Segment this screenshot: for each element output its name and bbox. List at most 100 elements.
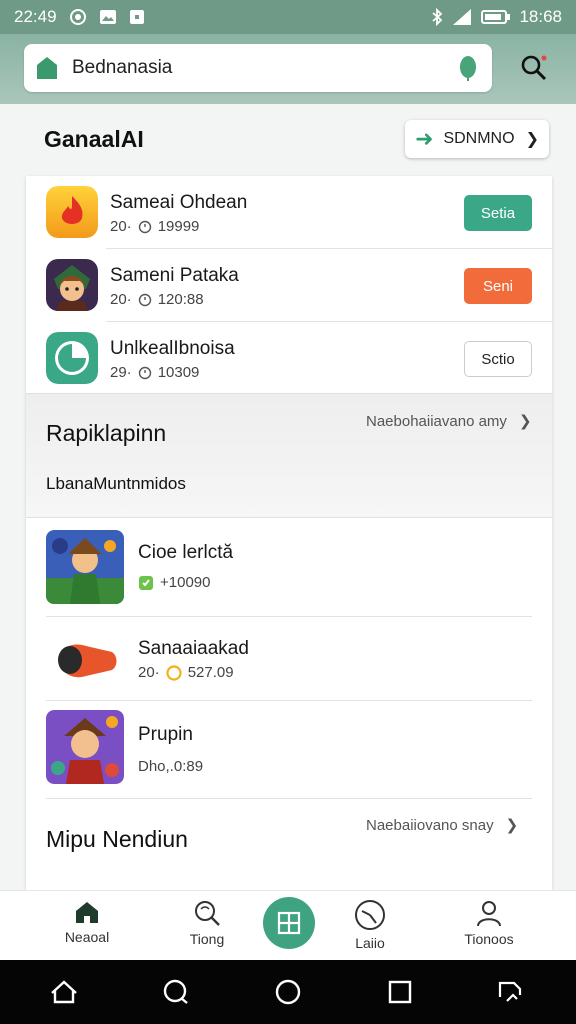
clock-icon (355, 900, 385, 930)
section-band: Rapiklapinn Naebohaiiavano amy ❯ LbanaMu… (26, 393, 552, 518)
band-subtitle: LbanaMuntnmidos (46, 474, 186, 493)
app-name: Prupin (138, 724, 193, 745)
install-button[interactable]: Sctio (464, 341, 532, 377)
screenshot-icon (498, 981, 522, 1002)
see-more-link[interactable]: Naebaiiovano snay ❯ (366, 816, 519, 835)
app-count: +10090 (160, 574, 211, 591)
app-count: 10309 (157, 364, 200, 381)
list-item[interactable]: Cioe lerlctă +10090 (26, 524, 552, 620)
app-rank: 29· (110, 364, 132, 381)
home-outline-icon (51, 980, 77, 1004)
install-button[interactable]: Setia (464, 195, 532, 231)
app-meta: 20· 19999 (110, 218, 199, 235)
list-item[interactable]: Prupin Dho,.0:89 (26, 702, 552, 798)
app-meta: 20· 527.09 (138, 664, 234, 681)
see-more-label: Naebohaiiavano amy (366, 412, 507, 430)
app-count: 527.09 (187, 664, 234, 681)
clock-icon (138, 366, 151, 379)
status-bar: 22:49 18:68 (0, 0, 576, 34)
app-rank: 20· (138, 664, 160, 681)
app-name: Sanaaiaakad (138, 638, 249, 659)
battery-icon (481, 9, 511, 25)
search-button[interactable] (516, 50, 552, 86)
back-button[interactable] (48, 976, 80, 1008)
app-rank: 20· (110, 218, 132, 235)
nav-search[interactable]: Tiong (162, 899, 252, 947)
flame-app-icon (46, 186, 98, 238)
speaker-app-icon (46, 630, 124, 704)
nav-history-label: Laiio (355, 935, 385, 951)
status-right-time: 18:68 (519, 7, 562, 26)
game-app-icon (46, 530, 124, 604)
screenshot-button[interactable] (494, 976, 526, 1008)
home-icon (76, 902, 98, 923)
app-name: Sameai Ohdean (110, 192, 248, 213)
divider (46, 700, 532, 701)
search-header: Bednanasia (0, 34, 576, 104)
sync-icon (69, 8, 87, 26)
section-title: GanaalAI (44, 126, 144, 152)
clock-icon (138, 220, 151, 233)
list-item[interactable]: UnlkealIbnoisa 29· 10309 Sctio (26, 322, 552, 394)
recents-button[interactable] (384, 976, 416, 1008)
app-name: UnlkealIbnoisa (110, 338, 235, 359)
search-icon (521, 55, 547, 81)
bottom-navigation: Neaoal Tiong Laiio Tionoos (0, 890, 576, 960)
search-icon (195, 901, 220, 926)
band-title: Rapiklapinn (46, 420, 167, 446)
list-item[interactable]: Sameni Pataka 20· 120:88 Seni (26, 249, 552, 321)
app-meta: +10090 (138, 574, 210, 591)
footer-section-title: Mipu Nendiun (46, 826, 188, 852)
notification-dot-icon (129, 9, 145, 25)
shield-icon (139, 575, 153, 590)
nav-apps-button[interactable] (263, 897, 315, 949)
content-card: Sameai Ohdean 20· 19999 Setia Sameni Pat… (26, 176, 552, 890)
app-count: 19999 (157, 218, 200, 235)
nav-profile-label: Tionoos (464, 931, 514, 947)
app-count: 120:88 (157, 291, 204, 308)
character-app-icon (46, 259, 98, 311)
section-action-label: SDNMNO (443, 130, 515, 147)
assistant-button[interactable] (160, 976, 192, 1008)
circle-icon (275, 979, 301, 1005)
app-logo-icon (34, 55, 60, 81)
chevron-right-icon: ❯ (505, 817, 519, 834)
nav-home[interactable]: Neaoal (42, 899, 132, 945)
see-more-label: Naebaiiovano snay (366, 816, 494, 834)
gallery-icon (99, 9, 117, 25)
mic-icon[interactable] (456, 54, 480, 82)
arrow-right-icon: ➜ (415, 126, 434, 151)
chevron-right-icon: ❯ (525, 131, 539, 148)
divider (46, 616, 532, 617)
status-time: 22:49 (14, 7, 57, 26)
search-input[interactable]: Bednanasia (24, 44, 492, 92)
see-more-link[interactable]: Naebohaiiavano amy ❯ (366, 412, 532, 431)
circle-app-icon (46, 332, 98, 384)
app-meta: 20· 120:88 (110, 291, 204, 308)
square-icon (388, 980, 412, 1004)
list-item[interactable]: Sameai Ohdean 20· 19999 Setia (26, 176, 552, 248)
divider (46, 798, 532, 799)
app-meta: 29· 10309 (110, 364, 199, 381)
nav-home-label: Neaoal (64, 929, 110, 945)
app-name: Cioe lerlctă (138, 542, 234, 563)
nav-profile[interactable]: Tionoos (444, 899, 534, 947)
home-button[interactable] (272, 976, 304, 1008)
chevron-right-icon: ❯ (518, 413, 532, 430)
clock-icon (138, 293, 151, 306)
install-button[interactable]: Seni (464, 268, 532, 304)
chat-icon (163, 979, 188, 1004)
nav-search-label: Tiong (189, 931, 225, 947)
app-rank: 20· (110, 291, 132, 308)
app-meta: Dho,.0:89 (138, 758, 204, 775)
nav-history[interactable]: Laiio (325, 899, 415, 951)
bluetooth-icon (431, 8, 443, 26)
profile-icon (477, 901, 501, 927)
app-name: Sameni Pataka (110, 265, 239, 286)
section-action-button[interactable]: ➜ SDNMNO ❯ (405, 120, 549, 158)
system-navigation-bar (0, 960, 576, 1024)
search-text: Bednanasia (72, 57, 173, 78)
grid-icon (277, 911, 301, 935)
hero-app-icon (46, 710, 124, 784)
coin-icon (166, 664, 182, 681)
